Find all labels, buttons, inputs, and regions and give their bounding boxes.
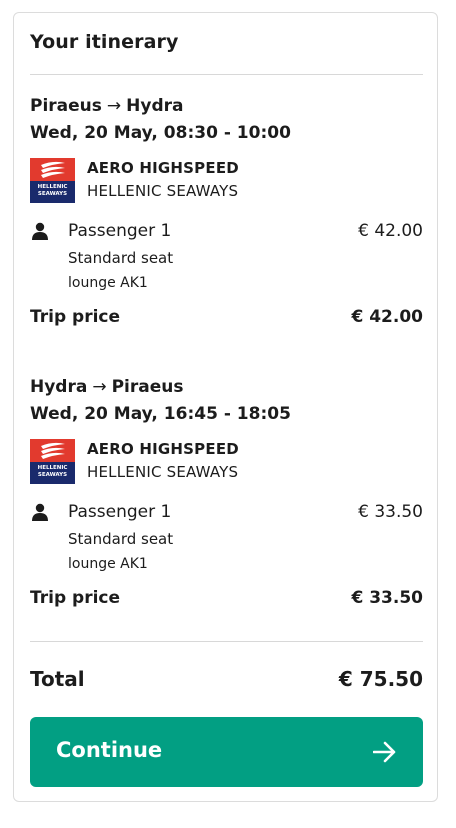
trip-price-value: € 33.50	[351, 588, 423, 608]
route-to: Hydra	[126, 96, 184, 116]
title-divider	[30, 74, 423, 75]
vessel-name: AERO HIGHSPEED	[87, 440, 239, 458]
route-from: Hydra	[30, 377, 88, 397]
logo-text-line2: SEAWAYS	[37, 191, 68, 197]
accommodation: lounge AK1	[68, 556, 148, 572]
trip-operator: HELLENIC SEAWAYS AERO HIGHSPEED HELLENIC…	[30, 439, 423, 485]
trip-price-row: Trip price € 42.00	[30, 307, 423, 331]
seat-type: Standard seat	[68, 530, 174, 548]
passenger-price: € 42.00	[358, 221, 423, 241]
trip-outbound: Piraeus → Hydra Wed, 20 May, 08:30 - 10:…	[30, 94, 423, 331]
seat-type: Standard seat	[68, 249, 174, 267]
vessel-name: AERO HIGHSPEED	[87, 159, 239, 177]
total-divider	[30, 641, 423, 642]
total-row: Total € 75.50	[30, 667, 423, 695]
continue-button[interactable]: Continue	[30, 717, 423, 787]
route-from: Piraeus	[30, 96, 102, 116]
accommodation: lounge AK1	[68, 275, 148, 291]
logo-text-line2: SEAWAYS	[37, 472, 68, 478]
passenger-name: Passenger 1	[68, 502, 172, 522]
route-to: Piraeus	[111, 377, 184, 397]
itinerary-title: Your itinerary	[30, 31, 179, 53]
trip-datetime: Wed, 20 May, 16:45 - 18:05	[30, 404, 291, 424]
continue-label: Continue	[56, 738, 163, 762]
operator-company: HELLENIC SEAWAYS	[87, 463, 239, 481]
itinerary-card: Your itinerary Piraeus → Hydra Wed, 20 M…	[13, 12, 438, 802]
operator-company: HELLENIC SEAWAYS	[87, 182, 239, 200]
route-arrow-icon: →	[106, 96, 122, 116]
person-icon	[32, 503, 48, 521]
trip-price-label: Trip price	[30, 307, 121, 327]
trip-route: Piraeus → Hydra	[30, 94, 423, 118]
operator-logo: HELLENIC SEAWAYS	[30, 439, 75, 484]
arrow-right-icon	[373, 741, 396, 763]
trip-operator: HELLENIC SEAWAYS AERO HIGHSPEED HELLENIC…	[30, 158, 423, 204]
total-label: Total	[30, 667, 85, 691]
logo-text-line1: HELLENIC	[37, 465, 68, 471]
route-arrow-icon: →	[92, 377, 107, 397]
passenger-row: Passenger 1 € 42.00 Standard seat lounge…	[30, 220, 423, 300]
trip-datetime: Wed, 20 May, 08:30 - 10:00	[30, 123, 291, 143]
trip-return: Hydra → Piraeus Wed, 20 May, 16:45 - 18:…	[30, 375, 423, 612]
trip-price-value: € 42.00	[351, 307, 423, 327]
person-icon	[32, 222, 48, 240]
trip-price-label: Trip price	[30, 588, 121, 608]
trip-price-row: Trip price € 33.50	[30, 588, 423, 612]
trip-route: Hydra → Piraeus	[30, 375, 423, 399]
passenger-price: € 33.50	[358, 502, 423, 522]
passenger-name: Passenger 1	[68, 221, 172, 241]
passenger-row: Passenger 1 € 33.50 Standard seat lounge…	[30, 501, 423, 581]
operator-logo: HELLENIC SEAWAYS	[30, 158, 75, 203]
logo-text-line1: HELLENIC	[37, 184, 68, 190]
total-value: € 75.50	[338, 667, 423, 691]
